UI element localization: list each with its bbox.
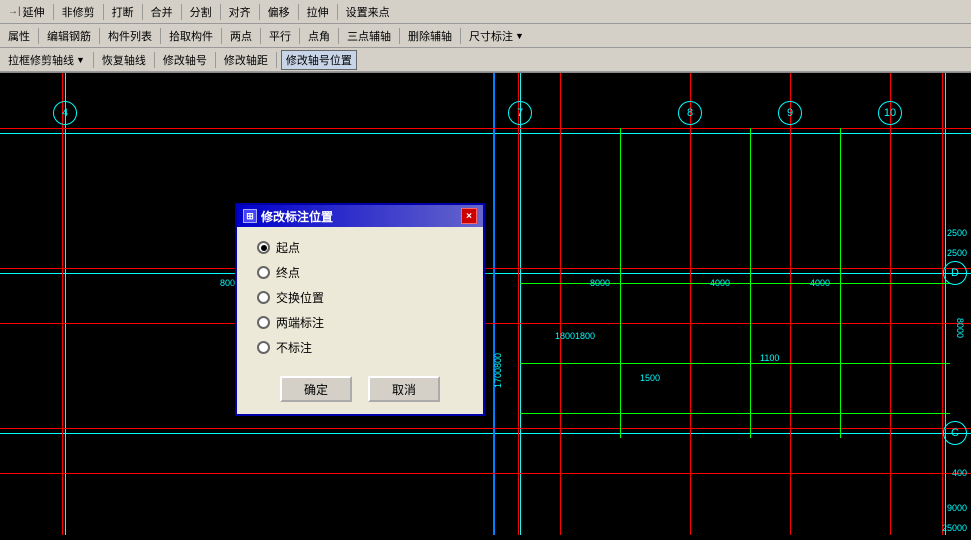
radio-group: 起点 终点 交换位置 两端标注: [257, 239, 463, 356]
sep4: [181, 4, 182, 20]
delete-axis-button[interactable]: 删除辅轴: [404, 27, 456, 45]
radio-swap[interactable]: 交换位置: [257, 289, 463, 306]
split-button[interactable]: 分割: [186, 3, 216, 21]
stretch-button[interactable]: 拉伸: [303, 3, 333, 21]
confirm-button[interactable]: 确定: [280, 376, 352, 402]
modify-annotation-dialog: ⊞ 修改标注位置 × 起点 终点: [235, 203, 485, 416]
toolbar-row-2: 属性 编辑钢筋 构件列表 拾取构件 两点 平行 点角 三点辅轴: [0, 24, 971, 48]
extend-icon: →|: [8, 6, 21, 17]
sep2: [103, 4, 104, 20]
threepoint-button[interactable]: 三点辅轴: [343, 27, 395, 45]
dialog-title: ⊞ 修改标注位置: [243, 208, 333, 225]
dialog-buttons: 确定 取消: [257, 372, 463, 402]
sep9: [38, 28, 39, 44]
offset-button[interactable]: 偏移: [264, 3, 294, 21]
notrim-button[interactable]: 非修剪: [58, 3, 99, 21]
radio-circle-bothends: [257, 316, 270, 329]
sep19: [154, 52, 155, 68]
attr-button[interactable]: 属性: [4, 27, 34, 45]
sep15: [338, 28, 339, 44]
parallel-button[interactable]: 平行: [265, 27, 295, 45]
toolbar-area: →| 延伸 非修剪 打断 合并 分割 对齐 偏移 拉伸: [0, 0, 971, 73]
restore-axis-button[interactable]: 恢复轴线: [98, 51, 150, 69]
edit-rebar-button[interactable]: 编辑钢筋: [43, 27, 95, 45]
toolbar-row-1: →| 延伸 非修剪 打断 合并 分割 对齐 偏移 拉伸: [0, 0, 971, 24]
cancel-button[interactable]: 取消: [368, 376, 440, 402]
modify-axispos-button[interactable]: 修改轴号位置: [281, 50, 357, 70]
sep13: [260, 28, 261, 44]
sep6: [259, 4, 260, 20]
sep7: [298, 4, 299, 20]
toolbar-row-3: 拉框修剪轴线 ▼ 恢复轴线 修改轴号 修改轴距 修改轴号位置: [0, 48, 971, 72]
sep1: [53, 4, 54, 20]
radio-circle-endpoint: [257, 266, 270, 279]
dialog-close-button[interactable]: ×: [461, 208, 477, 224]
dialog-title-icon: ⊞: [243, 209, 257, 223]
modify-axisnum-button[interactable]: 修改轴号: [159, 51, 211, 69]
pick-component-button[interactable]: 拾取构件: [165, 27, 217, 45]
extend-button[interactable]: →| 延伸: [4, 3, 49, 21]
twopoint-button[interactable]: 两点: [226, 27, 256, 45]
radio-endpoint[interactable]: 终点: [257, 264, 463, 281]
radio-circle-swap: [257, 291, 270, 304]
cad-canvas: 4 7 8 9 10 D C 8000 8000 4000 4000 2500 …: [0, 73, 971, 535]
sep18: [93, 52, 94, 68]
radio-nolabel[interactable]: 不标注: [257, 339, 463, 356]
sep11: [160, 28, 161, 44]
radio-circle-nolabel: [257, 341, 270, 354]
dialog-body: 起点 终点 交换位置 两端标注: [237, 227, 483, 414]
dimension-button[interactable]: 尺寸标注 ▼: [465, 27, 528, 45]
radio-circle-startpoint: [257, 241, 270, 254]
radio-bothends[interactable]: 两端标注: [257, 314, 463, 331]
sep12: [221, 28, 222, 44]
radio-startpoint[interactable]: 起点: [257, 239, 463, 256]
sep21: [276, 52, 277, 68]
align-button[interactable]: 对齐: [225, 3, 255, 21]
dialog-overlay: ⊞ 修改标注位置 × 起点 终点: [0, 73, 971, 535]
merge-button[interactable]: 合并: [147, 3, 177, 21]
sep14: [299, 28, 300, 44]
sep8: [337, 4, 338, 20]
setpoint-button[interactable]: 设置来点: [342, 3, 394, 21]
dialog-titlebar: ⊞ 修改标注位置 ×: [237, 205, 483, 227]
sep17: [460, 28, 461, 44]
break-button[interactable]: 打断: [108, 3, 138, 21]
trim-axis-button[interactable]: 拉框修剪轴线 ▼: [4, 51, 89, 69]
sep3: [142, 4, 143, 20]
sep20: [215, 52, 216, 68]
sep10: [99, 28, 100, 44]
sep5: [220, 4, 221, 20]
modify-axisdist-button[interactable]: 修改轴距: [220, 51, 272, 69]
sep16: [399, 28, 400, 44]
angle-button[interactable]: 点角: [304, 27, 334, 45]
component-list-button[interactable]: 构件列表: [104, 27, 156, 45]
